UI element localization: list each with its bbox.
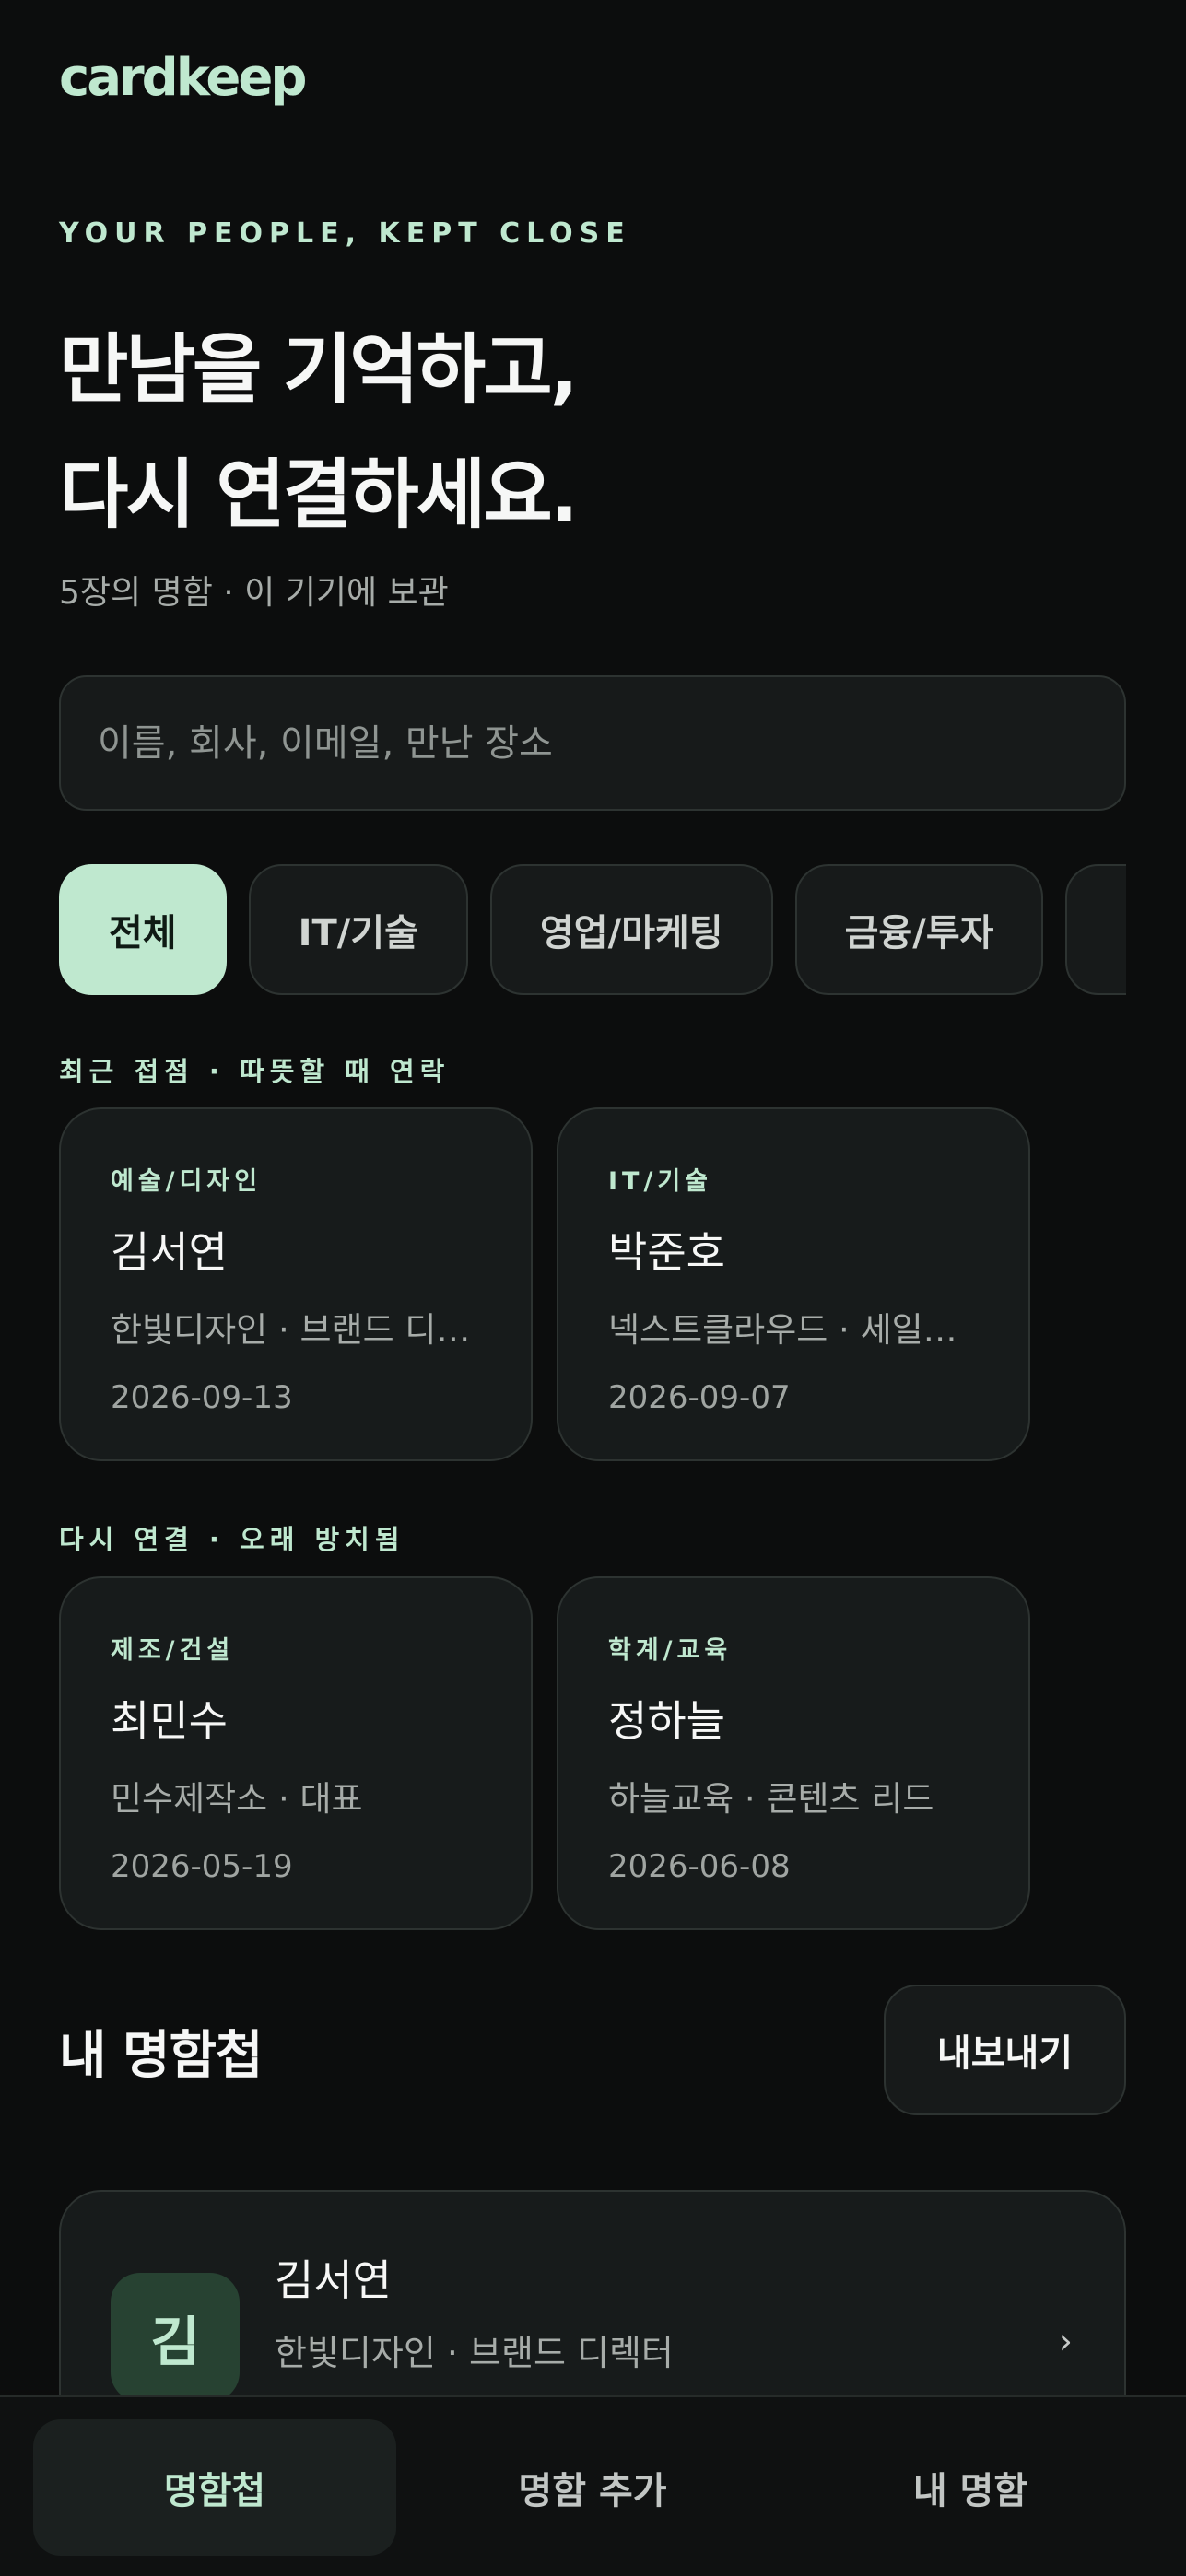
app-logo: cardkeep xyxy=(59,48,307,108)
card-category: 제조/건설 xyxy=(111,1636,235,1665)
card-date: 2026-09-07 xyxy=(608,1379,791,1416)
recent-card[interactable]: IT/기술 박준호 넥스트클라우드 · 세일즈 매니저 2026-09-07 xyxy=(557,1107,1030,1461)
avatar: 김 xyxy=(111,2273,240,2402)
nav-tab-my-card[interactable]: 내 명함 xyxy=(789,2419,1152,2556)
card-organization: 한빛디자인 · 브랜드 디렉터 xyxy=(111,1310,481,1350)
card-date: 2026-09-13 xyxy=(111,1379,293,1416)
reconnect-section-label: 다시 연결 · 오래 방치됨 xyxy=(59,1524,405,1555)
card-date: 2026-05-19 xyxy=(111,1848,293,1885)
card-category: 학계/교육 xyxy=(608,1636,733,1665)
hero-subtitle: 5장의 명함 · 이 기기에 보관 xyxy=(59,574,449,612)
export-button[interactable]: 내보내기 xyxy=(884,1985,1126,2115)
card-name: 정하늘 xyxy=(608,1696,725,1746)
hero-eyebrow: YOUR PEOPLE, KEPT CLOSE xyxy=(59,217,631,250)
nav-tab-cardbook[interactable]: 명함첩 xyxy=(33,2419,396,2556)
headline-line-2: 다시 연결하세요. xyxy=(59,451,579,539)
nav-tab-add-card[interactable]: 명함 추가 xyxy=(411,2419,774,2556)
recent-section-label: 최근 접점 · 따뜻할 때 연락 xyxy=(59,1056,451,1087)
contact-organization: 한빛디자인 · 브랜드 디렉터 xyxy=(275,2333,674,2373)
filter-chip-finance[interactable]: 금융/투자 xyxy=(794,864,1044,995)
search-input[interactable] xyxy=(59,675,1126,811)
chevron-right-icon: › xyxy=(1058,2321,1073,2361)
card-category: 예술/디자인 xyxy=(111,1167,263,1196)
card-organization: 넥스트클라우드 · 세일즈 매니저 xyxy=(608,1310,979,1350)
filter-chip-all[interactable]: 전체 xyxy=(59,864,227,995)
filter-chip-it[interactable]: IT/기술 xyxy=(248,864,468,995)
card-category: IT/기술 xyxy=(608,1167,713,1196)
headline-line-1: 만남을 기억하고, xyxy=(59,326,579,414)
reconnect-card[interactable]: 제조/건설 최민수 민수제작소 · 대표 2026-05-19 xyxy=(59,1576,533,1930)
bottom-navigation: 명함첩 명함 추가 내 명함 xyxy=(0,2395,1186,2576)
recent-card[interactable]: 예술/디자인 김서연 한빛디자인 · 브랜드 디렉터 2026-09-13 xyxy=(59,1107,533,1461)
reconnect-card[interactable]: 학계/교육 정하늘 하늘교육 · 콘텐츠 리드 2026-06-08 xyxy=(557,1576,1030,1930)
hero-headline: 만남을 기억하고, 다시 연결하세요. xyxy=(59,308,579,558)
card-name: 김서연 xyxy=(111,1227,228,1277)
filter-chip-more[interactable] xyxy=(1065,864,1126,995)
category-filter-bar: 전체 IT/기술 영업/마케팅 금융/투자 xyxy=(59,864,1126,995)
contact-name: 김서연 xyxy=(275,2255,392,2305)
card-organization: 하늘교육 · 콘텐츠 리드 xyxy=(608,1779,934,1819)
card-date: 2026-06-08 xyxy=(608,1848,791,1885)
recent-card-row: 예술/디자인 김서연 한빛디자인 · 브랜드 디렉터 2026-09-13 IT… xyxy=(59,1107,1030,1461)
filter-chip-sales-marketing[interactable]: 영업/마케팅 xyxy=(490,864,773,995)
reconnect-card-row: 제조/건설 최민수 민수제작소 · 대표 2026-05-19 학계/교육 정하… xyxy=(59,1576,1030,1930)
card-name: 박준호 xyxy=(608,1227,725,1277)
card-organization: 민수제작소 · 대표 xyxy=(111,1779,363,1819)
card-name: 최민수 xyxy=(111,1696,228,1746)
cardbook-title: 내 명함첩 xyxy=(59,2026,264,2086)
app-screen: cardkeep YOUR PEOPLE, KEPT CLOSE 만남을 기억하… xyxy=(0,0,1186,2576)
